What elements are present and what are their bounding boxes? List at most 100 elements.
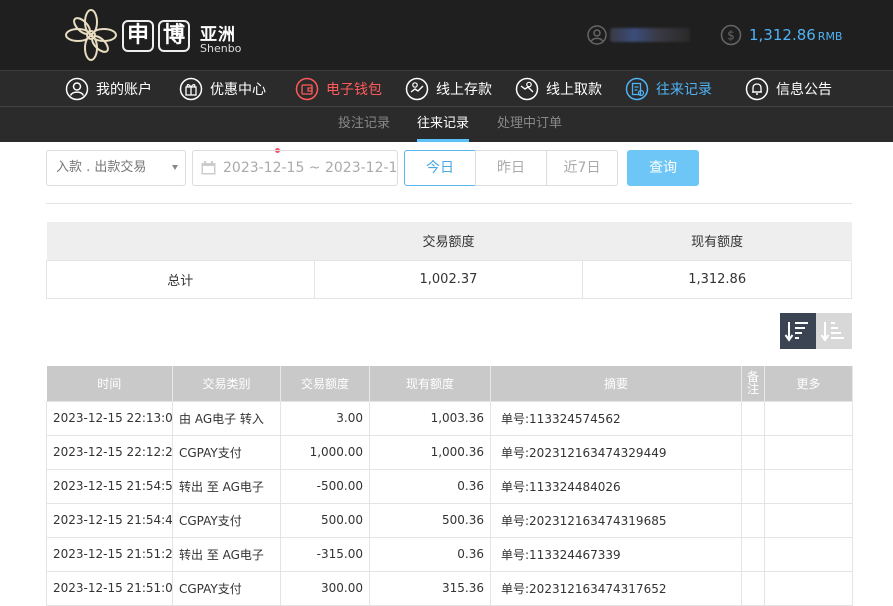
transaction-type-select[interactable]: 入款 . 出款交易 <box>46 150 186 186</box>
summary-total-label: 总计 <box>46 259 315 299</box>
nav-label: 线上取款 <box>546 82 602 98</box>
main-nav: 我的账户 优惠中心 电子钱包 线上存款 线上取款 往来记录 信息公告 <box>0 70 893 153</box>
cell-type: CGPAY支付 <box>172 434 281 470</box>
cell-type: 转出 至 AG电子 <box>172 536 281 572</box>
deposit-icon <box>405 77 429 101</box>
nav-online-withdraw[interactable]: 线上取款 <box>515 71 602 107</box>
username-redacted <box>610 28 690 42</box>
user-avatar-icon[interactable] <box>587 25 607 45</box>
cell-more[interactable] <box>764 502 853 538</box>
tab-bet-records[interactable]: 投注记录 <box>338 107 390 142</box>
gift-icon <box>179 77 203 101</box>
col-header-type: 交易类别 <box>172 366 281 401</box>
nav-e-wallet[interactable]: 电子钱包 <box>295 71 382 107</box>
balance-currency: RMB <box>817 30 843 43</box>
user-icon <box>65 77 89 101</box>
logo-english-text: Shenbo <box>200 42 242 55</box>
cell-time: 2023-12-15 21:54:51 <box>46 468 173 504</box>
cell-note <box>741 400 765 436</box>
summary-header-amount: 交易额度 <box>314 222 583 260</box>
tab-pending-orders[interactable]: 处理中订单 <box>497 107 562 142</box>
last-7-days-button[interactable]: 近7日 <box>546 150 618 186</box>
cell-more[interactable] <box>764 434 853 470</box>
table-row: 2023-12-15 21:54:45 CGPAY支付 500.00 500.3… <box>46 502 853 538</box>
nav-my-account[interactable]: 我的账户 <box>65 71 152 107</box>
col-header-note: 备注 <box>741 366 765 401</box>
cell-amount: -315.00 <box>280 536 370 572</box>
cell-summary: 单号:113324574562 <box>490 400 742 436</box>
nav-label: 信息公告 <box>776 82 832 98</box>
svg-text:$: $ <box>727 29 735 43</box>
col-header-amount: 交易额度 <box>280 366 370 401</box>
sub-nav: 投注记录 往来记录 处理中订单 <box>0 106 893 142</box>
select-value: 入款 . 出款交易 <box>56 160 147 175</box>
cell-type: 由 AG电子 转入 <box>172 400 281 436</box>
transactions-table: 时间 交易类别 交易额度 现有额度 摘要 备注 更多 2023-12-15 22… <box>46 366 853 606</box>
cell-balance: 1,000.36 <box>369 434 491 470</box>
nav-promotions[interactable]: 优惠中心 <box>179 71 266 107</box>
chevron-down-icon <box>172 165 178 170</box>
cell-note <box>741 434 765 470</box>
summary-table: 交易额度 现有额度 总计 1,002.37 1,312.86 <box>46 222 852 299</box>
cell-amount: -500.00 <box>280 468 370 504</box>
cell-amount: 500.00 <box>280 502 370 538</box>
balance-amount: 1,312.86 <box>749 26 816 44</box>
nav-label: 电子钱包 <box>326 82 382 98</box>
nav-label: 我的账户 <box>96 82 152 98</box>
nav-label: 往来记录 <box>656 82 712 98</box>
yesterday-button[interactable]: 昨日 <box>475 150 547 186</box>
cell-time: 2023-12-15 21:51:20 <box>46 536 173 572</box>
nav-label: 线上存款 <box>436 82 492 98</box>
col-header-balance: 现有额度 <box>369 366 491 401</box>
today-button[interactable]: 今日 <box>404 150 476 186</box>
dollar-coin-icon: $ <box>720 24 742 46</box>
withdraw-icon <box>515 77 539 101</box>
cell-type: CGPAY支付 <box>172 502 281 538</box>
cell-balance: 0.36 <box>369 536 491 572</box>
nav-online-deposit[interactable]: 线上存款 <box>405 71 492 107</box>
site-logo[interactable]: 申 博 亚洲 Shenbo <box>64 8 244 64</box>
flower-logo-icon <box>65 9 117 61</box>
cell-more[interactable] <box>764 468 853 504</box>
col-header-more: 更多 <box>764 366 853 401</box>
cell-summary: 单号:113324467339 <box>490 536 742 572</box>
cell-more[interactable] <box>764 400 853 436</box>
divider <box>46 203 852 204</box>
cell-balance: 0.36 <box>369 468 491 504</box>
table-row: 2023-12-15 21:54:51 转出 至 AG电子 -500.00 0.… <box>46 468 853 504</box>
cell-note <box>741 502 765 538</box>
cell-summary: 单号:202312163474319685 <box>490 502 742 538</box>
cell-summary: 单号:113324484026 <box>490 468 742 504</box>
summary-header-empty <box>46 222 315 260</box>
date-range-input[interactable]: 2023-12-15 ~ 2023-12-15 <box>192 150 398 186</box>
cell-amount: 3.00 <box>280 400 370 436</box>
cell-time: 2023-12-15 22:12:27 <box>46 434 173 470</box>
query-button[interactable]: 查询 <box>627 150 699 186</box>
col-header-time: 时间 <box>46 366 173 401</box>
sort-descending-icon[interactable] <box>780 313 816 349</box>
top-header: 申 博 亚洲 Shenbo $ 1,312.86 RMB <box>0 0 893 70</box>
summary-header-balance: 现有额度 <box>582 222 852 260</box>
table-row: 2023-12-15 22:12:27 CGPAY支付 1,000.00 1,0… <box>46 434 853 470</box>
summary-total-amount: 1,002.37 <box>313 259 584 299</box>
cell-time: 2023-12-15 22:13:05 <box>46 400 173 436</box>
nav-transaction-records[interactable]: 往来记录 <box>625 71 712 107</box>
nav-label: 优惠中心 <box>210 82 266 98</box>
cell-type: 转出 至 AG电子 <box>172 468 281 504</box>
wallet-icon <box>295 77 319 101</box>
cell-more[interactable] <box>764 536 853 572</box>
calendar-icon <box>201 161 216 175</box>
col-header-summary: 摘要 <box>490 366 742 401</box>
cell-note <box>741 536 765 572</box>
cell-amount: 1,000.00 <box>280 434 370 470</box>
tab-transaction-records[interactable]: 往来记录 <box>417 107 470 142</box>
nav-announcements[interactable]: 信息公告 <box>745 71 832 107</box>
sort-ascending-icon[interactable] <box>816 313 852 349</box>
date-range-value: 2023-12-15 ~ 2023-12-15 <box>223 160 398 176</box>
table-row: 2023-12-15 22:13:05 由 AG电子 转入 3.00 1,003… <box>46 400 853 436</box>
table-row: 2023-12-15 21:51:20 转出 至 AG电子 -315.00 0.… <box>46 536 853 572</box>
cell-balance: 1,003.36 <box>369 400 491 436</box>
cell-time: 2023-12-15 21:54:45 <box>46 502 173 538</box>
cell-balance: 500.36 <box>369 502 491 538</box>
bell-icon <box>745 77 769 101</box>
